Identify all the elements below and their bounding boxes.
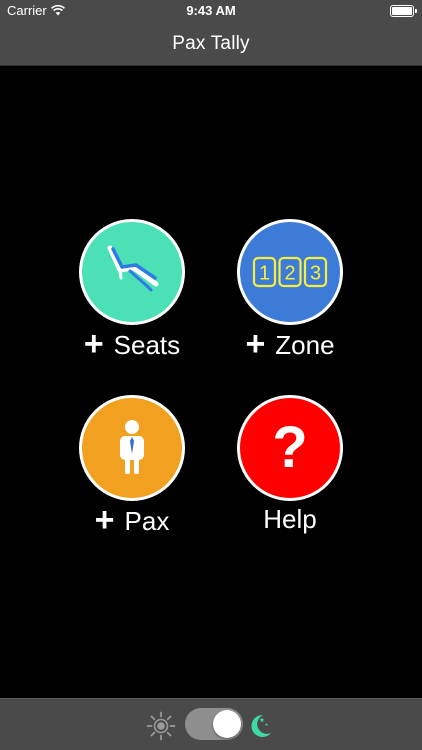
add-zone-button[interactable]: 1 2 3 bbox=[237, 219, 343, 325]
plus-icon: + bbox=[245, 325, 266, 363]
zone-digit-2: 2 bbox=[284, 263, 295, 285]
zone-123-icon: 1 2 3 bbox=[252, 256, 328, 288]
help-label-wrap[interactable]: Help bbox=[220, 504, 360, 535]
status-bar: Carrier 9:43 AM bbox=[0, 0, 422, 22]
help-button[interactable]: ? bbox=[237, 395, 343, 501]
battery-icon bbox=[390, 5, 417, 17]
main-menu: + Seats 1 2 3 + Zone + Pax ? Help bbox=[0, 66, 422, 698]
add-pax-label[interactable]: + Pax bbox=[62, 501, 202, 539]
plus-icon: + bbox=[94, 501, 115, 539]
zone-label: Zone bbox=[275, 329, 335, 360]
question-icon: ? bbox=[272, 415, 308, 480]
sun-icon[interactable] bbox=[146, 711, 176, 741]
toggle-knob[interactable] bbox=[213, 710, 241, 738]
pax-label: Pax bbox=[124, 505, 170, 536]
night-mode-toggle[interactable] bbox=[185, 708, 243, 740]
add-pax-tile[interactable]: + Pax bbox=[62, 395, 202, 538]
bottom-toolbar bbox=[0, 698, 422, 750]
add-zone-tile[interactable]: 1 2 3 + Zone bbox=[220, 219, 360, 362]
help-tile[interactable]: ? Help bbox=[220, 395, 360, 535]
plus-icon: + bbox=[83, 325, 104, 363]
zone-digit-1: 1 bbox=[259, 263, 270, 285]
add-pax-button[interactable] bbox=[79, 395, 185, 501]
moon-icon[interactable] bbox=[246, 711, 274, 741]
navigation-bar: Pax Tally bbox=[0, 22, 422, 66]
help-label: Help bbox=[263, 504, 317, 534]
add-seats-label[interactable]: + Seats bbox=[62, 325, 202, 363]
passenger-icon bbox=[120, 420, 144, 474]
seat-icon bbox=[107, 245, 159, 292]
zone-digit-3: 3 bbox=[310, 263, 321, 285]
add-zone-label[interactable]: + Zone bbox=[220, 325, 360, 363]
seats-label: Seats bbox=[113, 329, 181, 360]
add-seats-tile[interactable]: + Seats bbox=[62, 219, 202, 362]
add-seats-button[interactable] bbox=[79, 219, 185, 325]
page-title: Pax Tally bbox=[172, 32, 250, 54]
status-time: 9:43 AM bbox=[186, 3, 236, 18]
